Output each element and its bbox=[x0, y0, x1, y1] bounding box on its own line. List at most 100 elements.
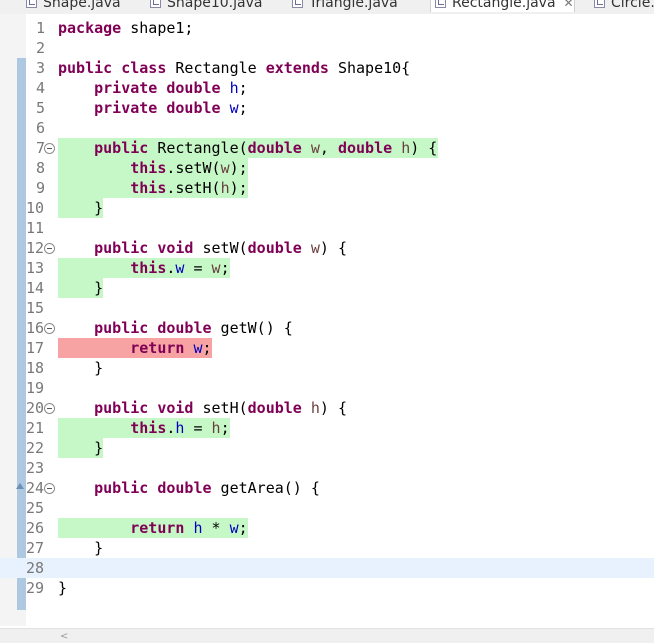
code-line[interactable]: 12 public void setW(double w) { bbox=[0, 238, 654, 258]
code-token: Rectangle bbox=[166, 59, 266, 77]
code-text: public double getArea() { bbox=[58, 478, 320, 498]
close-tab-icon[interactable]: ✕ bbox=[564, 0, 574, 10]
code-token: Shape10{ bbox=[328, 59, 411, 77]
fold-toggle-icon[interactable] bbox=[44, 143, 55, 154]
code-token: ) { bbox=[410, 139, 438, 157]
code-token-param: w bbox=[310, 139, 320, 157]
code-line[interactable]: 22 } bbox=[0, 438, 654, 458]
line-number: 24 bbox=[26, 479, 45, 497]
code-line[interactable]: 18 } bbox=[0, 358, 654, 378]
code-text: public class Rectangle extends Shape10{ bbox=[58, 58, 410, 78]
java-file-icon bbox=[594, 0, 605, 8]
code-token-kw: double bbox=[247, 239, 302, 257]
code-line[interactable]: 27 } bbox=[0, 538, 654, 558]
code-line[interactable]: 25 bbox=[0, 498, 654, 518]
tab-shape-java[interactable]: Shape.java bbox=[22, 0, 121, 12]
code-text: } bbox=[58, 278, 103, 298]
code-token-param: w bbox=[211, 259, 221, 277]
fold-toggle-icon[interactable] bbox=[44, 483, 55, 494]
code-text: } bbox=[58, 198, 103, 218]
tab-triangle-java[interactable]: Triangle.java bbox=[288, 0, 398, 12]
tab-circle-j[interactable]: Circle.j bbox=[590, 0, 654, 12]
code-editor[interactable]: 1 package shape1; 2 3 public class Rectangle… bbox=[0, 14, 654, 626]
code-line[interactable]: 10 } bbox=[0, 198, 654, 218]
code-line[interactable]: 7 public Rectangle(double w, double h) { bbox=[0, 138, 654, 158]
line-number: 23 bbox=[26, 459, 45, 477]
code-token: } bbox=[58, 359, 104, 377]
line-number: 25 bbox=[26, 499, 45, 517]
override-marker-icon bbox=[16, 483, 24, 489]
line-number: 4 bbox=[36, 79, 46, 97]
code-line[interactable]: 11 bbox=[0, 218, 654, 238]
code-line[interactable]: 29} bbox=[0, 578, 654, 598]
fold-toggle-icon[interactable] bbox=[44, 243, 55, 254]
code-line[interactable]: 1 package shape1; bbox=[0, 18, 654, 38]
code-token: .setW( bbox=[166, 159, 221, 177]
java-file-icon bbox=[150, 0, 161, 8]
code-line[interactable]: 23 bbox=[0, 458, 654, 478]
code-line[interactable]: 26 return h * w; bbox=[0, 518, 654, 538]
code-token: ); bbox=[229, 179, 248, 197]
code-line[interactable]: 20 public void setH(double h) { bbox=[0, 398, 654, 418]
line-number: 9 bbox=[36, 179, 46, 197]
code-token-kw: this bbox=[130, 259, 167, 277]
code-text: public void setH(double h) { bbox=[58, 398, 347, 418]
code-line[interactable]: 24 public double getArea() { bbox=[0, 478, 654, 498]
code-text: package shape1; bbox=[58, 18, 193, 38]
code-line[interactable]: 8 this.setW(w); bbox=[0, 158, 654, 178]
code-text: public double getW() { bbox=[58, 318, 293, 338]
code-text: return w; bbox=[58, 338, 211, 358]
code-line[interactable]: 19 bbox=[0, 378, 654, 398]
code-line[interactable]: 28 bbox=[0, 558, 654, 578]
code-line[interactable]: 16 public double getW() { bbox=[0, 318, 654, 338]
code-line[interactable]: 15 bbox=[0, 298, 654, 318]
code-text: this.setW(w); bbox=[58, 158, 247, 178]
code-token-kw: double bbox=[337, 139, 393, 157]
line-number: 10 bbox=[26, 199, 45, 217]
code-token-kw: public bbox=[94, 319, 149, 337]
fold-toggle-icon[interactable] bbox=[44, 323, 55, 334]
code-token: } bbox=[58, 439, 104, 457]
code-text: return h * w; bbox=[58, 518, 247, 538]
code-line[interactable]: 6 bbox=[0, 118, 654, 138]
code-line[interactable]: 4 private double h; bbox=[0, 78, 654, 98]
code-line[interactable]: 17 return w; bbox=[0, 338, 654, 358]
code-token-kw: this bbox=[130, 179, 167, 197]
scroll-left-arrow-icon[interactable]: < bbox=[60, 631, 68, 642]
fold-toggle-icon[interactable] bbox=[44, 403, 55, 414]
code-line[interactable]: 2 bbox=[0, 38, 654, 58]
code-token-kw: double bbox=[166, 79, 221, 97]
code-token: = bbox=[184, 419, 212, 437]
tab-label: Rectangle.java bbox=[452, 0, 556, 11]
line-number: 12 bbox=[26, 239, 45, 257]
tab-rectangle-java[interactable]: Rectangle.java ✕ bbox=[430, 0, 575, 12]
code-line[interactable]: 14 } bbox=[0, 278, 654, 298]
code-line[interactable]: 5 private double w; bbox=[0, 98, 654, 118]
tab-shape10-java[interactable]: Shape10.java bbox=[146, 0, 262, 12]
code-token: = bbox=[184, 259, 212, 277]
horizontal-scrollbar[interactable]: < bbox=[0, 628, 654, 643]
code-token-kw: class bbox=[121, 59, 167, 77]
code-line[interactable]: 13 this.w = w; bbox=[0, 258, 654, 278]
tab-label: Triangle.java bbox=[309, 0, 398, 11]
line-number: 21 bbox=[26, 419, 45, 437]
line-number: 3 bbox=[36, 59, 46, 77]
code-token-kw: public bbox=[94, 239, 149, 257]
line-number: 13 bbox=[26, 259, 45, 277]
code-token-kw: return bbox=[130, 519, 185, 537]
code-line[interactable]: 9 this.setH(h); bbox=[0, 178, 654, 198]
code-line[interactable]: 3 public class Rectangle extends Shape10{ bbox=[0, 58, 654, 78]
code-token-field: h bbox=[193, 519, 203, 537]
code-line[interactable]: 21 this.h = h; bbox=[0, 418, 654, 438]
line-number: 8 bbox=[36, 159, 46, 177]
